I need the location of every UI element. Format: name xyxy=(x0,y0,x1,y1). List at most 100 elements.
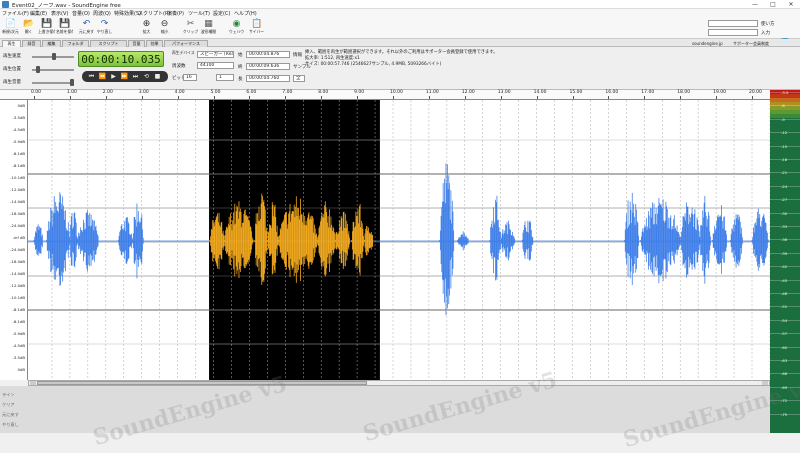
db-label: -6.1dB xyxy=(12,151,25,156)
ruler-tick xyxy=(752,96,753,99)
toolbar-button-label: 新規/次元 xyxy=(2,29,19,34)
menu-settings[interactable]: 設定(C) xyxy=(213,10,230,17)
menu-play[interactable]: 演奏(P) xyxy=(167,10,184,17)
go-to-end-button[interactable]: ⏭ xyxy=(130,72,141,81)
meter-label: -48 xyxy=(781,291,788,296)
channel-select[interactable]: 1 xyxy=(216,74,234,81)
toolbar-button-5[interactable]: ↷ やり直し xyxy=(96,19,113,38)
selection-length-field[interactable]: 00:00:04.760 xyxy=(246,75,290,82)
db-label: -10.1dB xyxy=(10,175,25,180)
tab-6[interactable]: 効果 xyxy=(146,40,163,47)
selection-end-field[interactable]: 00:00:09.636 xyxy=(246,63,290,70)
db-label: -12.0dB xyxy=(10,283,25,288)
toolbar-icon: ↶ xyxy=(82,19,91,29)
search-field-2[interactable] xyxy=(708,29,758,36)
toolbar-button-label: ウェハウ xyxy=(228,29,245,34)
position-slider-knob[interactable] xyxy=(36,66,40,73)
meter-label: -39 xyxy=(781,250,788,256)
rewind-button[interactable]: ⏪ xyxy=(97,72,108,81)
help-label: 使い方 xyxy=(761,22,775,27)
menu-volume[interactable]: 音量(O) xyxy=(72,10,90,17)
meter-label: -63 xyxy=(781,358,788,363)
db-label: -14.0dB xyxy=(10,199,25,204)
tab-0[interactable]: 再生 xyxy=(2,40,21,47)
loop-button[interactable]: ⟲ xyxy=(141,72,152,81)
tab-1[interactable]: 録音 xyxy=(22,40,41,47)
side-label-undo[interactable]: 元に戻す xyxy=(2,412,19,418)
tab-row: 再生 録音 編集 フォルダ スクリプト 音量 効果 パフォーマンス soundengine.j… xyxy=(0,39,800,47)
waveform-canvas[interactable] xyxy=(28,100,770,380)
go-to-start-button[interactable]: ⏮ xyxy=(86,72,97,81)
toolbar-button-8[interactable]: ✂ クリップ xyxy=(182,19,199,38)
scroll-thumb[interactable] xyxy=(37,381,367,385)
menu-frequency[interactable]: 周波(Q) xyxy=(93,10,111,17)
volume-slider-knob[interactable] xyxy=(70,79,74,86)
toolbar-button-6[interactable]: ⊕ 拡大 xyxy=(138,19,155,38)
minimize-button[interactable]: — xyxy=(746,0,764,9)
db-label: 0dB xyxy=(17,103,25,108)
side-label-redo[interactable]: やり直し xyxy=(2,422,19,428)
device-select[interactable]: スピーカー (Realt xyxy=(197,51,234,58)
toolbar: 📄新規/次元📂開く💾上書き保存💾名前を保存 ↶元に戻す↷やり直し ⊕拡大⊖縮小 ✂クリ… xyxy=(0,18,800,58)
sample-rate-select[interactable]: 44100 xyxy=(197,62,234,69)
unit-select[interactable]: 全 xyxy=(293,75,305,82)
ruler-tick-label: 18.00 xyxy=(677,90,691,95)
current-time-display: 00:00:10.035 xyxy=(78,51,164,67)
toolbar-button-2[interactable]: 💾上書き保存 xyxy=(38,19,55,38)
toolbar-button-0[interactable]: 📄 新規/次元 xyxy=(2,19,19,38)
toolbar-button-10[interactable]: ◉ ウェハウ xyxy=(228,19,245,38)
play-button[interactable]: ▶ xyxy=(108,72,119,81)
menu-help[interactable]: ヘルプ(H) xyxy=(234,10,257,17)
meter-label: -21 xyxy=(781,170,788,176)
search-field-1[interactable] xyxy=(708,20,758,27)
toolbar-button-3[interactable]: 💾名前を保存 xyxy=(56,19,73,38)
menu-file[interactable]: ファイル(F) xyxy=(2,10,29,17)
scroll-left-arrow[interactable] xyxy=(30,381,36,385)
meter-label: -33 xyxy=(781,224,788,229)
toolbar-button-9[interactable]: ▦ 波形補間 xyxy=(200,19,217,38)
menu-edit[interactable]: 編集(E) xyxy=(30,10,47,17)
fast-forward-button[interactable]: ⏩ xyxy=(119,72,130,81)
meter-peak-segment xyxy=(770,114,800,118)
volume-slider[interactable] xyxy=(32,82,74,84)
start-time-label: 始 xyxy=(238,53,243,58)
toolbar-button-label: 波形補間 xyxy=(200,29,217,34)
side-label-line[interactable]: ライン xyxy=(2,392,15,398)
selection-start-field[interactable]: 00:00:04.876 xyxy=(246,51,290,58)
ruler-tick-label: 3.00 xyxy=(138,90,149,95)
menu-script[interactable]: スクリプト(R) xyxy=(138,10,170,17)
speed-slider-knob[interactable] xyxy=(52,53,56,60)
ruler-tick xyxy=(177,96,179,99)
waveform-view[interactable] xyxy=(28,100,770,380)
ruler-tick xyxy=(500,96,502,99)
stop-button[interactable]: ■ xyxy=(152,72,163,81)
menu-bar: ファイル(F) 編集(E) 表示(V) 音量(O) 周波(Q) 特殊効果(S) … xyxy=(0,9,800,18)
brand-link[interactable]: soundengine.jp xyxy=(692,41,723,46)
db-label: -18.0dB xyxy=(10,259,25,264)
ruler-tick xyxy=(572,96,574,99)
menu-tools[interactable]: ツール(T) xyxy=(188,10,210,17)
ruler-tick xyxy=(357,96,359,99)
toolbar-button-1[interactable]: 📂 開く xyxy=(20,19,37,38)
maximize-button[interactable]: □ xyxy=(764,0,782,9)
time-ruler[interactable]: 0.00 1.00 2.00 3.00 4.00 5.00 6.00 7.00 8.00 9.00… xyxy=(0,90,770,100)
tab-4[interactable]: スクリプト xyxy=(90,40,127,47)
meter-label: -3.5 xyxy=(781,90,789,95)
meter-label: -24 xyxy=(781,183,788,189)
menu-view[interactable]: 表示(V) xyxy=(51,10,68,17)
position-label: 再生位置 xyxy=(3,67,21,72)
toolbar-button-4[interactable]: ↶ 元に戻す xyxy=(78,19,95,38)
bits-select[interactable]: 16 xyxy=(183,74,197,81)
side-label-clear[interactable]: クリア xyxy=(2,402,15,408)
close-button[interactable]: ✕ xyxy=(782,0,800,9)
ruler-tick xyxy=(608,96,610,99)
tab-7[interactable]: パフォーマンス xyxy=(164,40,208,47)
ruler-tick xyxy=(644,96,646,99)
scroll-right-arrow[interactable] xyxy=(762,381,768,385)
toolbar-button-11[interactable]: 📋 サイバー xyxy=(248,19,265,38)
tab-5[interactable]: 音量 xyxy=(128,40,145,47)
ruler-tick xyxy=(464,96,466,99)
tab-3[interactable]: フォルダ xyxy=(62,40,89,47)
tab-2[interactable]: 編集 xyxy=(42,40,61,47)
toolbar-button-7[interactable]: ⊖ 縮小 xyxy=(156,19,173,38)
